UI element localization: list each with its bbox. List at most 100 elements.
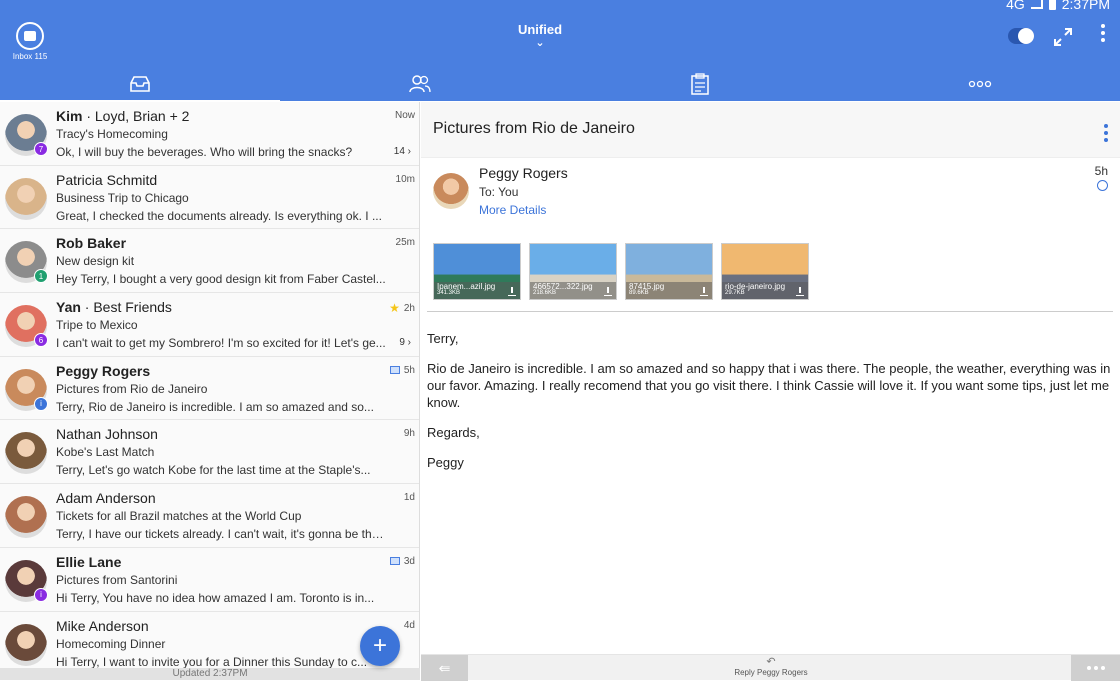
list-item[interactable]: Mike Anderson Homecoming Dinner Hi Terry, … <box>0 611 419 676</box>
preview: Great, I checked the documents already. … <box>56 208 382 223</box>
tab-contacts[interactable] <box>280 66 560 102</box>
list-item[interactable]: 7 Kim · Loyd, Brian + 2 Tracy's Homecoming… <box>0 102 419 166</box>
inbox-count-label: Inbox 115 <box>12 52 48 61</box>
focus-toggle[interactable] <box>1008 28 1034 44</box>
overflow-menu-icon[interactable] <box>1098 24 1108 48</box>
attachment-size: 29.7KB <box>725 290 745 296</box>
sender-name: Mike Anderson <box>56 618 149 634</box>
image-attachment-icon <box>389 557 400 566</box>
unread-marker-icon[interactable] <box>1097 180 1108 191</box>
signal-icon <box>1030 0 1043 9</box>
timestamp: 5h <box>403 364 415 376</box>
inbox-switcher-button[interactable]: Inbox 115 <box>8 22 52 61</box>
sender-text: Adam Anderson <box>56 490 156 507</box>
more-horizontal-icon <box>968 80 992 88</box>
inbox-icon <box>16 22 44 50</box>
sender-name[interactable]: Peggy Rogers <box>479 165 568 181</box>
list-item[interactable]: Nathan Johnson Kobe's Last Match Terry, Le… <box>0 420 419 485</box>
preview: Hi Terry, I want to invite you for a Din… <box>56 654 368 669</box>
avatar[interactable] <box>5 623 47 666</box>
account-badge: 1 <box>34 269 48 284</box>
battery-icon <box>1048 0 1056 10</box>
list-item[interactable]: i Ellie Lane Pictures from Santorini Hi Ter… <box>0 547 419 612</box>
body-paragraph: Peggy <box>427 455 464 470</box>
timestamp: 25m <box>395 237 415 249</box>
list-item[interactable]: Adam Anderson Tickets for all Brazil matc… <box>0 484 419 548</box>
subject: Pictures from Santorini <box>56 572 178 587</box>
attachment-thumbnail[interactable]: 466572...322.jpg 218.6KB <box>529 243 617 300</box>
fullscreen-icon[interactable] <box>1052 26 1074 48</box>
sender-name: Rob Baker <box>56 235 126 251</box>
group-text: · Best Friends <box>84 299 172 316</box>
reply-all-icon[interactable]: ⇚ <box>421 655 468 681</box>
message-list: 7 Kim · Loyd, Brian + 2 Tracy's Homecoming… <box>0 102 420 680</box>
subject: Homecoming Dinner <box>56 636 166 651</box>
reply-icon: ↶ <box>766 656 776 668</box>
sender-name: Peggy Rogers <box>56 363 150 379</box>
avatar[interactable] <box>433 173 469 209</box>
last-updated-label: Updated 2:37PM <box>0 668 420 680</box>
preview: Hi Terry, You have no idea how amazed I … <box>56 590 375 605</box>
clock: 2:37PM <box>1061 0 1110 12</box>
download-icon[interactable] <box>796 287 804 296</box>
time-meta: Now <box>395 110 415 121</box>
time-meta: 1d <box>404 492 415 503</box>
list-item[interactable]: 1 Rob Baker New design kit Hey Terry, I bou… <box>0 229 419 294</box>
chevron-down-icon: ⌄ <box>535 37 545 49</box>
attachment-size: 218.6KB <box>533 290 557 296</box>
list-item[interactable]: i Peggy Rogers Pictures from Rio de Janeir… <box>0 356 419 421</box>
compose-button[interactable]: + <box>360 626 400 666</box>
time-meta: ★ 2h <box>389 301 415 315</box>
preview: I can't wait to get my Sombrero! I'm so … <box>56 336 386 351</box>
timestamp: Now <box>394 110 415 121</box>
preview: Hey Terry, I bought a very good design k… <box>56 272 386 287</box>
sender-name: Adam Anderson <box>56 490 156 506</box>
sender-text: Nathan Johnson <box>56 426 158 443</box>
recipient-line: To: You <box>479 185 519 199</box>
reply-label: Reply Peggy Rogers <box>734 668 808 677</box>
attachment-name: 466572...322.jpg <box>533 282 593 291</box>
attachment-thumbnail[interactable]: 87415.jpg 89.6KB <box>625 243 713 300</box>
clipboard-icon <box>691 73 709 95</box>
thread-count[interactable]: 14 › <box>394 146 411 157</box>
message-menu-icon[interactable] <box>1104 124 1108 145</box>
more-actions-icon[interactable] <box>1071 655 1120 681</box>
avatar[interactable] <box>5 496 47 539</box>
avatar[interactable] <box>5 177 47 220</box>
tab-inbox[interactable] <box>0 66 280 103</box>
account-badge: 6 <box>34 333 48 348</box>
account-selector[interactable]: Unified ⌄ <box>490 22 590 49</box>
timestamp: 3d <box>403 555 415 567</box>
app-header: 4G 2:37PM Inbox 115 Unified ⌄ <box>0 0 1120 103</box>
avatar[interactable] <box>5 432 47 475</box>
tab-tasks[interactable] <box>560 66 840 102</box>
download-icon[interactable] <box>604 287 612 296</box>
sender-text: Rob Baker <box>56 235 127 252</box>
download-icon[interactable] <box>508 287 516 296</box>
download-icon[interactable] <box>700 287 708 296</box>
contacts-icon <box>409 75 431 93</box>
attachment-thumbnail[interactable]: Ipanem...azil.jpg 341.3KB <box>433 243 521 300</box>
attachment-name: Ipanem...azil.jpg <box>437 282 496 291</box>
message-detail: Pictures from Rio de Janeiro Peggy Roger… <box>421 102 1120 681</box>
account-badge: i <box>34 396 48 411</box>
timestamp: 10m <box>395 173 415 185</box>
list-item[interactable]: 6 Yan · Best Friends Tripe to Mexico I can'… <box>0 293 419 357</box>
message-body: Terry, Rio de Janeiro is incredible. I am… <box>427 330 1111 484</box>
detail-subject: Pictures from Rio de Janeiro <box>433 120 635 137</box>
star-icon[interactable]: ★ <box>389 301 400 315</box>
attachment-thumbnail[interactable]: rio-de-janeiro.jpg 29.7KB <box>721 243 809 300</box>
preview: Ok, I will buy the beverages. Who will b… <box>56 145 353 159</box>
preview: Terry, Rio de Janeiro is incredible. I a… <box>56 399 374 414</box>
sender-text: Peggy Rogers <box>56 362 151 379</box>
more-details-link[interactable]: More Details <box>479 203 546 217</box>
network-indicator: 4G <box>1006 0 1025 12</box>
body-paragraph: Regards, <box>427 425 480 440</box>
time-meta: 3d <box>389 555 415 567</box>
subject: Kobe's Last Match <box>56 445 155 460</box>
body-paragraph: Terry, <box>427 331 459 346</box>
thread-count[interactable]: 9 › <box>399 337 411 348</box>
reply-button[interactable]: ↶ Reply Peggy Rogers <box>701 656 841 678</box>
tab-more[interactable] <box>840 66 1120 102</box>
list-item[interactable]: Patricia Schmitd Business Trip to Chicago… <box>0 165 419 230</box>
